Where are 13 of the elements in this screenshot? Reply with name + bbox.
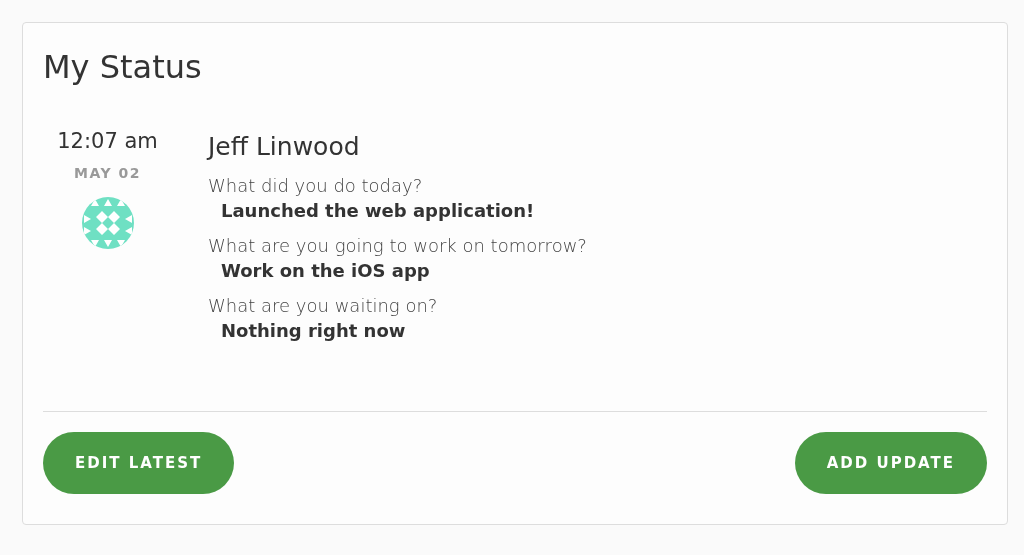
answer-text: Work on the iOS app (221, 259, 431, 283)
answer-text: Launched the web application! (221, 199, 536, 223)
edit-latest-button[interactable]: EDIT LATEST (43, 432, 235, 494)
status-date: MAY 02 (74, 165, 141, 181)
question-text: What are you going to work on tomorrow? (208, 234, 587, 258)
avatar-icon (81, 197, 134, 249)
card-title: My Status (43, 47, 203, 88)
answer-text: Nothing right now (221, 319, 407, 343)
add-update-button[interactable]: ADD UPDATE (794, 432, 987, 494)
user-name: Jeff Linwood (208, 131, 361, 163)
question-text: What are you waiting on? (208, 294, 439, 318)
status-time: 12:07 am (57, 129, 158, 153)
question-text: What did you do today? (208, 174, 424, 198)
